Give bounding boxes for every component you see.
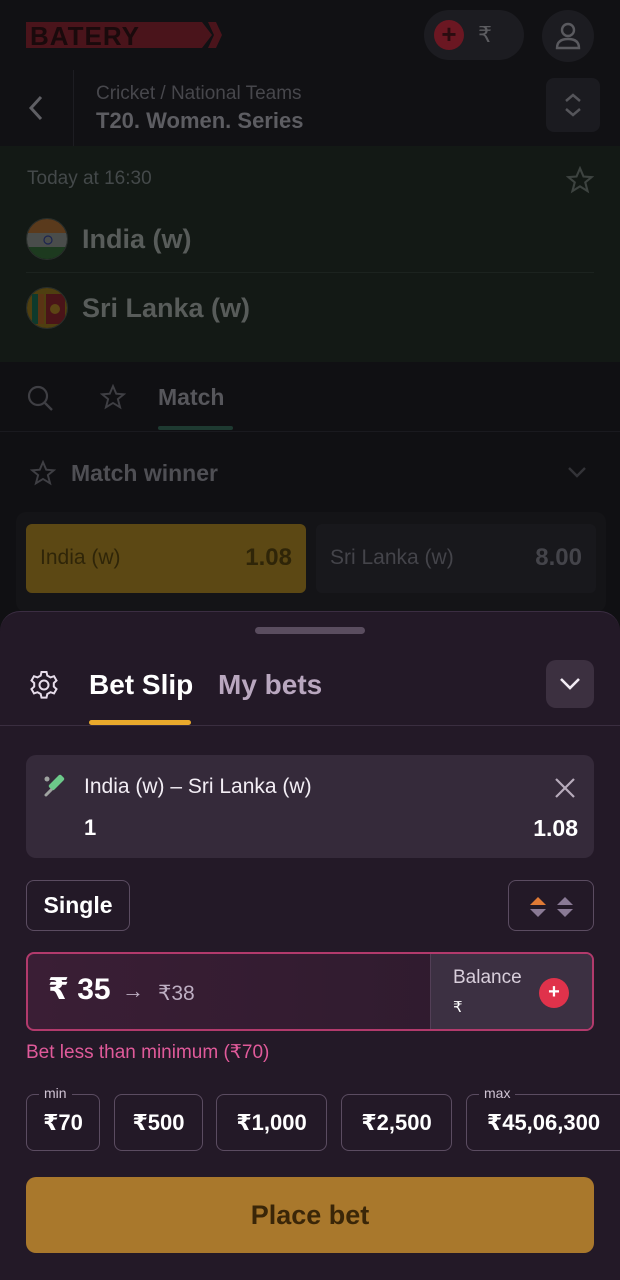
batery-logo[interactable]: BATERY xyxy=(26,20,222,50)
tab-match-underline xyxy=(158,426,233,430)
outcome-button-home[interactable]: India (w) 1.08 xyxy=(26,524,306,593)
market-header[interactable]: Match winner xyxy=(0,440,620,506)
profile-button[interactable] xyxy=(542,10,594,62)
chevron-left-icon xyxy=(28,95,43,121)
cricket-bat-icon xyxy=(44,774,65,797)
place-bet-button[interactable]: Place bet xyxy=(26,1177,594,1253)
header-balance-button[interactable]: + ₹ xyxy=(424,10,524,60)
breadcrumb: Cricket / National Teams T20. Women. Ser… xyxy=(0,70,620,146)
chevron-updown-icon xyxy=(565,93,581,117)
team-away: Sri Lanka (w) xyxy=(26,285,594,331)
quick-stake-500[interactable]: ₹500 xyxy=(114,1094,203,1151)
team-home-name: India (w) xyxy=(82,224,192,254)
user-icon xyxy=(555,22,581,50)
divider xyxy=(0,725,620,726)
quick-stake-value: ₹45,06,300 xyxy=(486,1110,601,1135)
favorites-tab-star-icon[interactable] xyxy=(100,384,126,410)
chevron-down-icon xyxy=(560,678,580,690)
sri-lanka-flag-icon xyxy=(26,287,68,329)
outcome-odds: 8.00 xyxy=(535,544,582,571)
arrows-up-down-icon xyxy=(530,897,573,917)
quick-stake-max[interactable]: max ₹45,06,300 xyxy=(466,1084,620,1151)
india-flag-icon xyxy=(26,218,68,260)
gear-icon[interactable] xyxy=(28,669,60,701)
selection-event: India (w) – Sri Lanka (w) xyxy=(84,775,312,798)
bet-slip-sheet: Bet Slip My bets India (w) – Sri Lanka (… xyxy=(0,611,620,1280)
stake-error-message: Bet less than minimum (₹70) xyxy=(26,1042,270,1063)
outcome-button-away[interactable]: Sri Lanka (w) 8.00 xyxy=(316,524,596,593)
event-header: Today at 16:30 India (w) Sri Lanka (w) xyxy=(0,146,620,362)
quick-stake-value: ₹500 xyxy=(132,1110,185,1135)
search-icon[interactable] xyxy=(26,384,54,412)
quick-stake-min[interactable]: min ₹70 xyxy=(26,1084,100,1151)
close-icon[interactable] xyxy=(554,777,576,799)
collapse-sheet-button[interactable] xyxy=(546,660,594,708)
quick-stake-2500[interactable]: ₹2,500 xyxy=(341,1094,452,1151)
quick-stake-value: ₹70 xyxy=(43,1110,83,1135)
arrow-right-icon: → xyxy=(122,978,144,1003)
stake-input[interactable]: ₹ 35 → ₹38 Balance ₹ + xyxy=(26,952,594,1031)
stake-amount[interactable]: ₹ 35 xyxy=(48,972,111,1007)
outcome-label: Sri Lanka (w) xyxy=(330,546,454,569)
market-outcomes: India (w) 1.08 Sri Lanka (w) 8.00 xyxy=(16,512,606,612)
event-time: Today at 16:30 xyxy=(27,168,152,189)
market-favorite-star-icon[interactable] xyxy=(30,460,56,486)
breadcrumb-category[interactable]: Cricket / National Teams xyxy=(96,83,302,105)
deposit-plus-button[interactable]: + xyxy=(539,978,569,1008)
balance-label: Balance xyxy=(453,967,522,988)
team-home: India (w) xyxy=(26,216,594,262)
market-filter-tabs: Match xyxy=(0,362,620,432)
bet-selection-card: India (w) – Sri Lanka (w) 1 1.08 xyxy=(26,755,594,858)
quick-stake-caption: min xyxy=(39,1084,72,1102)
tab-bet-slip[interactable]: Bet Slip xyxy=(89,669,193,701)
balance-panel: Balance ₹ + xyxy=(430,954,592,1029)
page-title: T20. Women. Series xyxy=(96,108,304,133)
outcome-label: India (w) xyxy=(40,546,121,569)
potential-win: ₹38 xyxy=(158,982,195,1005)
back-button[interactable] xyxy=(0,70,74,146)
top-bar: BATERY + ₹ xyxy=(0,0,620,70)
market-title: Match winner xyxy=(71,460,218,486)
deposit-plus-icon[interactable]: + xyxy=(434,20,464,50)
favorite-star-icon[interactable] xyxy=(566,166,594,194)
tab-my-bets[interactable]: My bets xyxy=(218,669,322,701)
quick-stake-value: ₹2,500 xyxy=(361,1110,432,1135)
quick-stake-1000[interactable]: ₹1,000 xyxy=(216,1094,327,1151)
selection-odds: 1.08 xyxy=(533,815,578,841)
drag-handle[interactable] xyxy=(255,627,365,634)
quick-stake-value: ₹1,000 xyxy=(236,1110,307,1135)
switch-event-button[interactable] xyxy=(546,78,600,132)
tab-match[interactable]: Match xyxy=(158,384,224,411)
quick-stake-caption: max xyxy=(479,1084,516,1102)
selection-outcome: 1 xyxy=(84,815,97,840)
header-balance-currency: ₹ xyxy=(478,22,492,47)
outcome-odds: 1.08 xyxy=(245,544,292,571)
team-away-name: Sri Lanka (w) xyxy=(82,293,251,323)
chevron-down-icon[interactable] xyxy=(566,462,588,482)
team-divider xyxy=(26,272,594,273)
balance-value: ₹ xyxy=(453,999,463,1016)
logo-text: BATERY xyxy=(30,21,140,50)
odds-change-toggle[interactable] xyxy=(508,880,594,931)
bet-type-single-button[interactable]: Single xyxy=(26,880,130,931)
